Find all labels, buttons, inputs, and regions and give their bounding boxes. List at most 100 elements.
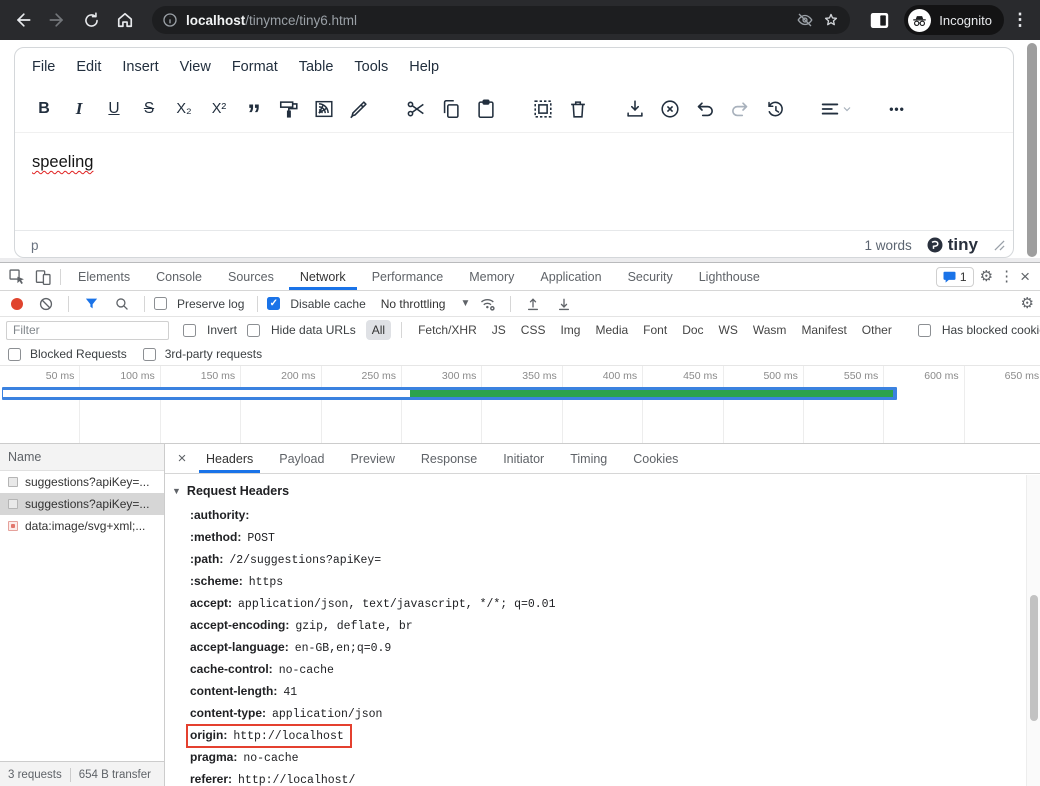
underline-button[interactable]: U [101, 96, 127, 122]
side-panel-icon[interactable] [862, 5, 896, 35]
subscript-button[interactable]: X₂ [171, 96, 197, 122]
select-all-icon[interactable] [530, 96, 556, 122]
devtools-tab[interactable]: Application [527, 263, 614, 290]
request-row[interactable]: data:image/svg+xml;... [0, 515, 164, 537]
throttling-select[interactable]: No throttling ▼ [381, 297, 471, 311]
editor-content[interactable]: speeling [15, 132, 1013, 230]
tiny-logo[interactable]: tiny [926, 235, 978, 255]
menu-item[interactable]: Format [232, 59, 278, 75]
forward-button[interactable] [42, 5, 72, 35]
copy-icon[interactable] [438, 96, 464, 122]
filter-chip[interactable]: Wasm [747, 320, 793, 340]
page-scrollbar[interactable] [1026, 40, 1038, 262]
device-toolbar-icon[interactable] [30, 265, 56, 289]
filter-chip[interactable]: WS [713, 320, 744, 340]
filter-toggle-icon[interactable] [78, 292, 104, 316]
filter-chip[interactable]: Font [637, 320, 673, 340]
menu-item[interactable]: Edit [76, 59, 101, 75]
filter-chip[interactable]: Manifest [795, 320, 852, 340]
blocked-requests-label[interactable]: Blocked Requests [30, 347, 127, 361]
devtools-tab[interactable]: Elements [65, 263, 143, 290]
export-har-icon[interactable] [551, 292, 577, 316]
blocked-requests-checkbox[interactable] [8, 348, 21, 361]
devtools-tab[interactable]: Sources [215, 263, 287, 290]
delete-icon[interactable] [565, 96, 591, 122]
menu-item[interactable]: Help [409, 59, 439, 75]
detail-tab[interactable]: Initiator [490, 444, 557, 473]
network-conditions-icon[interactable] [475, 292, 501, 316]
devtools-tab[interactable]: Performance [359, 263, 457, 290]
devtools-menu-icon[interactable]: ⋮ [999, 269, 1014, 284]
devtools-tab[interactable]: Network [287, 263, 359, 290]
filter-chip[interactable]: CSS [515, 320, 552, 340]
more-toolbar-button[interactable]: ••• [884, 96, 910, 122]
record-button[interactable] [11, 298, 23, 310]
detail-tab[interactable]: Response [408, 444, 490, 473]
home-button[interactable] [110, 5, 140, 35]
scrollbar-thumb[interactable] [1027, 43, 1037, 257]
address-bar[interactable]: localhost/tinymce/tiny6.html [152, 6, 850, 34]
preview-hidden-icon[interactable] [796, 11, 814, 29]
has-blocked-cookies-label[interactable]: Has blocked cookies [942, 323, 1040, 337]
site-info-icon[interactable] [162, 12, 178, 28]
name-column-header[interactable]: Name [0, 444, 164, 471]
superscript-button[interactable]: X² [206, 96, 232, 122]
disclosure-triangle-icon[interactable]: ▼ [172, 486, 181, 496]
filter-input[interactable] [6, 321, 169, 340]
align-dropdown[interactable] [819, 98, 853, 120]
browser-menu-button[interactable]: ⋮ [1008, 10, 1032, 30]
devtools-tab[interactable]: Memory [456, 263, 527, 290]
issues-badge[interactable]: 1 [936, 267, 974, 287]
filter-chip[interactable]: Other [856, 320, 898, 340]
filter-chip[interactable]: Media [589, 320, 634, 340]
export-icon[interactable] [622, 96, 648, 122]
menu-item[interactable]: File [32, 59, 55, 75]
restore-draft-icon[interactable] [762, 96, 788, 122]
devtools-close-icon[interactable]: × [1020, 267, 1030, 287]
blockquote-button[interactable]: ” [241, 96, 267, 122]
strikethrough-button[interactable]: S [136, 96, 162, 122]
disable-cache-label[interactable]: Disable cache [290, 297, 365, 311]
inspect-element-icon[interactable] [4, 265, 30, 289]
menu-item[interactable]: Tools [354, 59, 388, 75]
filter-chip[interactable]: Img [554, 320, 586, 340]
search-icon[interactable] [109, 292, 135, 316]
paste-icon[interactable] [473, 96, 499, 122]
reload-button[interactable] [76, 5, 106, 35]
request-row[interactable]: suggestions?apiKey=... [0, 471, 164, 493]
word-count[interactable]: 1 words [864, 238, 911, 253]
filter-chip[interactable]: Doc [676, 320, 709, 340]
filter-chip-all[interactable]: All [366, 320, 391, 340]
permanent-pen-icon[interactable] [346, 96, 372, 122]
third-party-requests-checkbox[interactable] [143, 348, 156, 361]
filter-chip[interactable]: JS [486, 320, 512, 340]
detail-tab[interactable]: Payload [266, 444, 337, 473]
devtools-settings-icon[interactable]: ⚙ [980, 269, 993, 284]
detail-tab[interactable]: Cookies [620, 444, 691, 473]
detail-close-icon[interactable]: × [171, 450, 193, 467]
detail-tab[interactable]: Preview [337, 444, 407, 473]
detail-scrollbar[interactable] [1026, 475, 1040, 786]
request-headers-section[interactable]: ▼ Request Headers [172, 484, 1020, 498]
invert-checkbox[interactable] [183, 324, 196, 337]
network-settings-icon[interactable]: ⚙ [1021, 296, 1034, 311]
menu-item[interactable]: Insert [122, 59, 158, 75]
cancel-icon[interactable] [657, 96, 683, 122]
third-party-requests-label[interactable]: 3rd-party requests [165, 347, 262, 361]
disable-cache-checkbox[interactable] [267, 297, 280, 310]
bookmark-star-icon[interactable] [822, 11, 840, 29]
format-painter-icon[interactable] [276, 96, 302, 122]
network-overview-timeline[interactable]: 50 ms100 ms150 ms200 ms250 ms300 ms350 m… [0, 366, 1040, 444]
detail-scrollbar-thumb[interactable] [1030, 595, 1038, 721]
has-blocked-cookies-checkbox[interactable] [918, 324, 931, 337]
menu-item[interactable]: View [180, 59, 211, 75]
bold-button[interactable]: B [31, 96, 57, 122]
hide-data-urls-label[interactable]: Hide data URLs [271, 323, 356, 337]
filter-chip[interactable]: Fetch/XHR [412, 320, 483, 340]
devtools-tab[interactable]: Console [143, 263, 215, 290]
redo-icon[interactable] [727, 96, 753, 122]
italic-button[interactable]: I [66, 96, 92, 122]
back-button[interactable] [8, 5, 38, 35]
detail-tab[interactable]: Headers [193, 444, 266, 473]
request-row[interactable]: suggestions?apiKey=... [0, 493, 164, 515]
